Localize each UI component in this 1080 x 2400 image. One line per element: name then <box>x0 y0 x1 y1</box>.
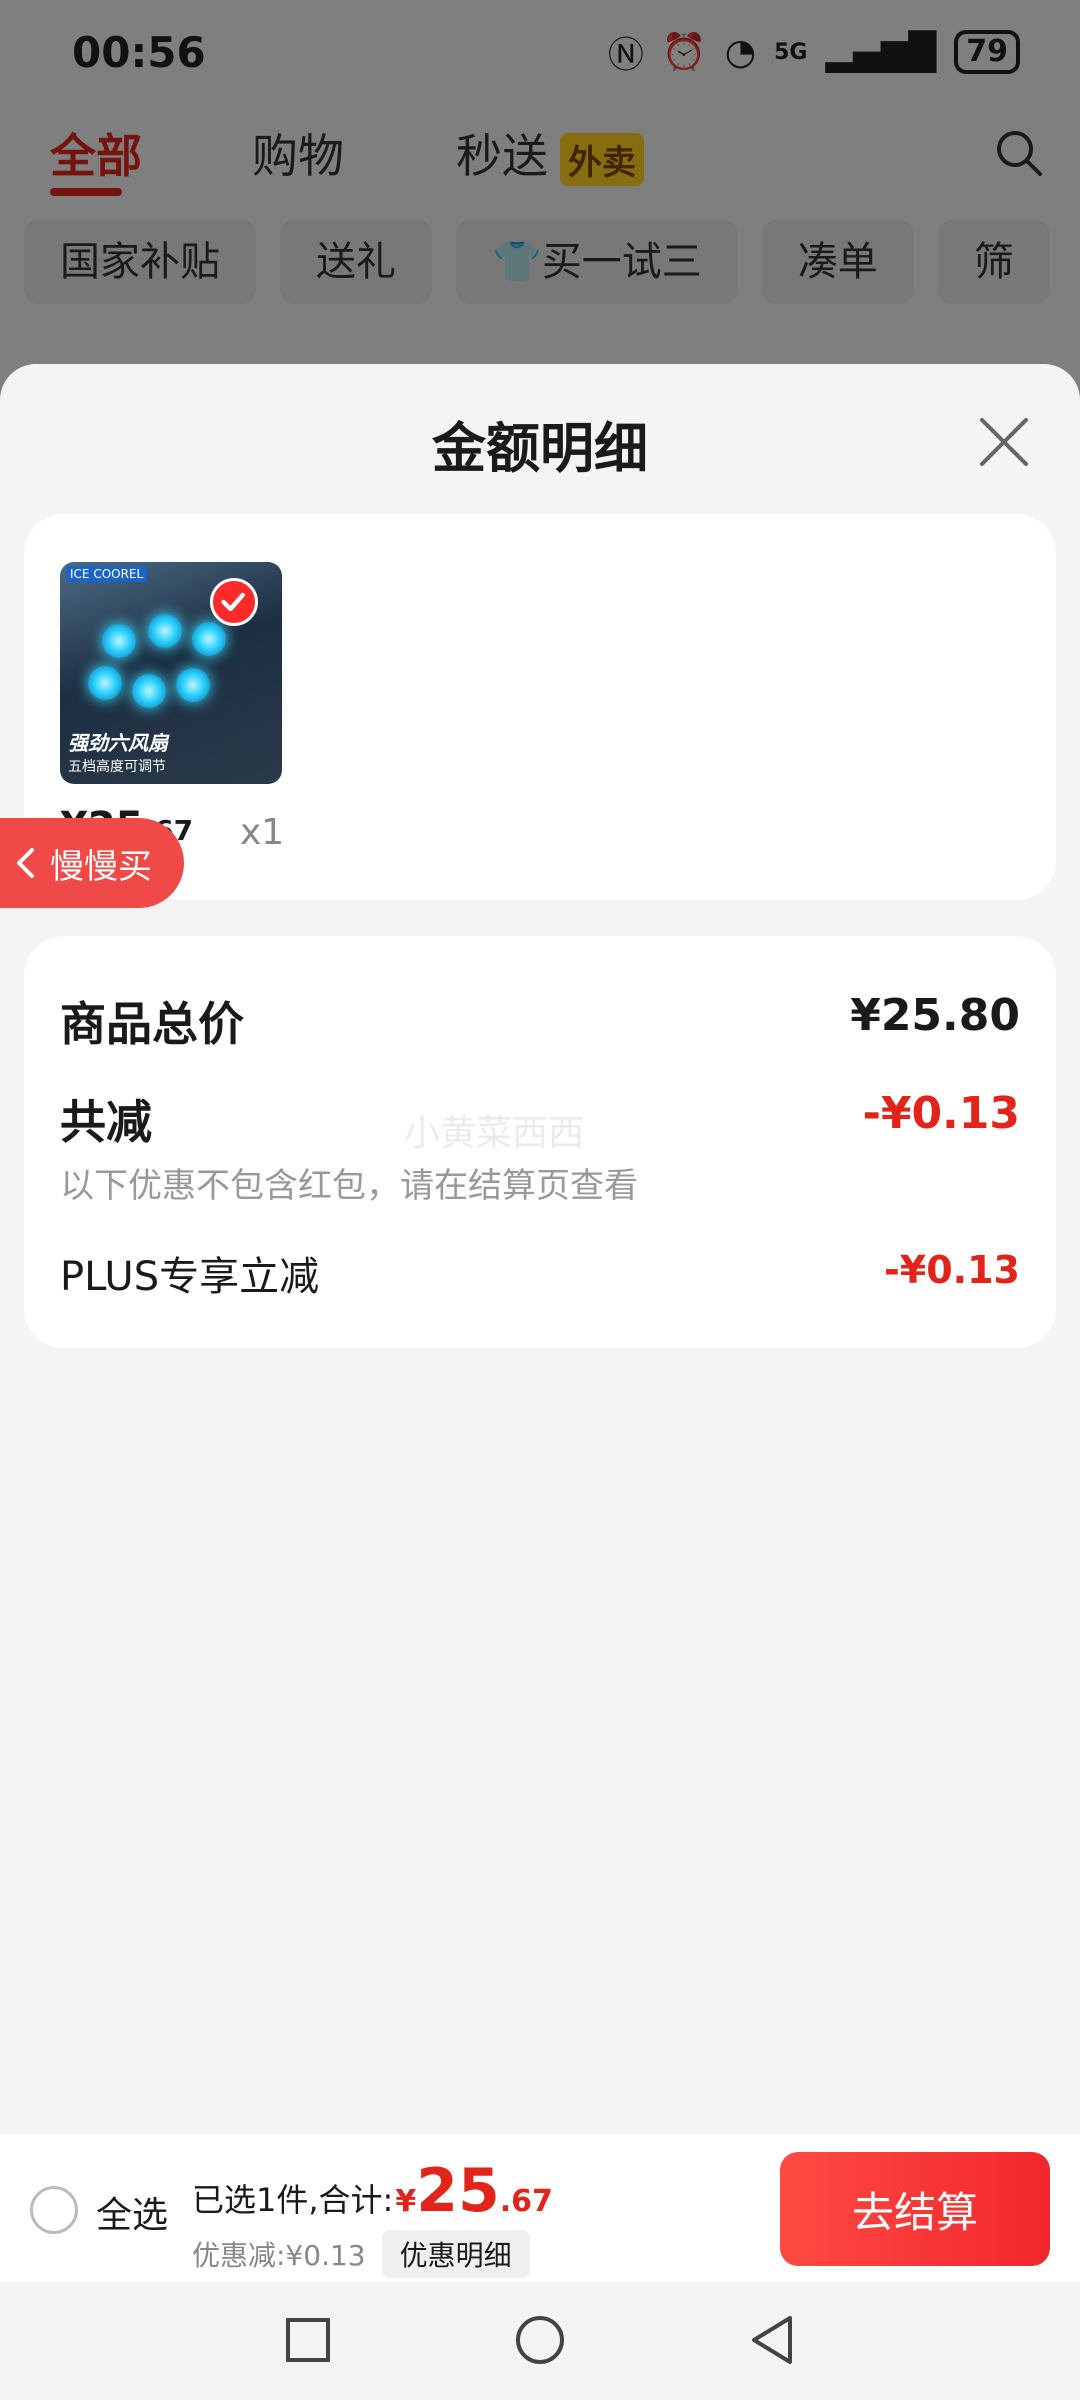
reduction-value: -¥0.13 <box>862 1088 1020 1139</box>
fan-graphic <box>148 614 182 648</box>
checkout-bar: 全选 已选1件,合计: ¥ 25 .67 优惠减:¥0.13 优惠明细 去结算 <box>0 2134 1080 2282</box>
product-image[interactable]: ICE COOREL 强劲六风扇 五档高度可调节 <box>60 562 282 784</box>
total-amount-dec: .67 <box>499 2184 553 2219</box>
image-brand: ICE COOREL <box>66 566 148 582</box>
price-detail-card: 小黄菜西西 商品总价 ¥25.80 共减 -¥0.13 以下优惠不包含红包，请在… <box>24 936 1056 1348</box>
recent-apps-icon[interactable] <box>278 2310 338 2370</box>
total-price-label: 商品总价 <box>60 997 244 1051</box>
fan-graphic <box>176 668 210 702</box>
navigation-bar <box>0 2282 1080 2400</box>
discount-amount: 优惠减:¥0.13 <box>192 2239 366 2272</box>
discount-line: 优惠减:¥0.13 优惠明细 <box>192 2230 530 2278</box>
discount-detail-button[interactable]: 优惠明细 <box>381 2230 530 2278</box>
total-amount-int: 25 <box>416 2156 500 2226</box>
watermark: 小黄菜西西 <box>404 1113 585 1154</box>
select-all-radio[interactable] <box>30 2186 78 2234</box>
product-quantity: x1 <box>240 812 285 853</box>
select-all-label[interactable]: 全选 <box>96 2186 168 2238</box>
fan-graphic <box>102 624 136 658</box>
slow-buy-label: 慢慢买 <box>50 846 152 887</box>
image-text-main: 强劲六风扇 <box>68 731 168 755</box>
plus-discount-label: PLUS专享立减 <box>60 1254 320 1300</box>
reduction-note: 以下优惠不包含红包，请在结算页查看 <box>60 1166 638 1206</box>
total-price-value: ¥25.80 <box>850 990 1020 1041</box>
image-text-sub: 五档高度可调节 <box>68 759 166 775</box>
reduction-label: 共减 <box>60 1095 152 1149</box>
home-icon[interactable] <box>510 2310 570 2370</box>
fan-graphic <box>132 674 166 708</box>
chevron-left-icon <box>17 848 34 878</box>
total-summary: 已选1件,合计: ¥ 25 .67 <box>192 2156 553 2226</box>
fan-graphic <box>88 666 122 700</box>
checkout-button[interactable]: 去结算 <box>780 2152 1050 2266</box>
amount-detail-sheet: 金额明细 ICE COOREL 强劲六风扇 五档高度可调节 ¥25.67 x1 … <box>0 364 1080 2134</box>
check-icon <box>210 578 258 626</box>
slow-buy-button[interactable]: 慢慢买 <box>0 818 184 908</box>
total-currency: ¥ <box>395 2184 417 2219</box>
close-icon[interactable] <box>976 414 1032 470</box>
sheet-title: 金额明细 <box>432 417 648 480</box>
fan-graphic <box>192 622 226 656</box>
plus-discount-value: -¥0.13 <box>884 1248 1020 1292</box>
selected-count-text: 已选1件,合计: <box>192 2181 394 2219</box>
back-icon[interactable] <box>742 2310 802 2370</box>
